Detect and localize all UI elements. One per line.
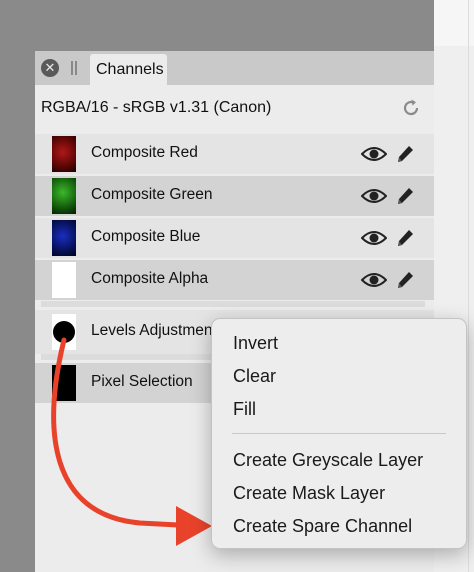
menu-separator	[232, 433, 446, 434]
channel-row-composite-red[interactable]: Composite Red	[35, 134, 434, 174]
pencil-icon[interactable]	[395, 269, 415, 291]
channel-label: Composite Blue	[91, 228, 201, 245]
eye-icon[interactable]	[361, 144, 387, 164]
color-profile-row: RGBA/16 - sRGB v1.31 (Canon)	[35, 85, 434, 132]
section-divider	[41, 301, 425, 307]
context-menu: Invert Clear Fill Create Greyscale Layer…	[211, 318, 467, 549]
channel-thumbnail-green	[52, 178, 76, 214]
menu-item-fill[interactable]: Fill	[233, 399, 256, 420]
eye-icon[interactable]	[361, 270, 387, 290]
menu-item-create-spare-channel[interactable]: Create Spare Channel	[233, 516, 412, 537]
tab-channels[interactable]: Channels	[90, 54, 167, 85]
layer-thumbnail-levels	[52, 314, 76, 350]
channel-label: Composite Green	[91, 186, 213, 203]
panel-tab-bar: ✕ Channels	[35, 51, 434, 85]
pencil-icon[interactable]	[395, 143, 415, 165]
color-profile-label: RGBA/16 - sRGB v1.31 (Canon)	[41, 99, 272, 116]
pencil-icon[interactable]	[395, 185, 415, 207]
menu-item-create-mask-layer[interactable]: Create Mask Layer	[233, 483, 385, 504]
drag-handle-icon[interactable]	[71, 61, 77, 75]
channel-thumbnail-alpha	[52, 262, 76, 298]
refresh-icon[interactable]	[401, 98, 421, 118]
channel-thumbnail-blue	[52, 220, 76, 256]
eye-icon[interactable]	[361, 228, 387, 248]
close-panel-icon[interactable]: ✕	[41, 59, 59, 77]
pencil-icon[interactable]	[395, 227, 415, 249]
layer-label: Pixel Selection	[91, 373, 193, 390]
channel-row-composite-alpha[interactable]: Composite Alpha	[35, 260, 434, 300]
channel-thumbnail-red	[52, 136, 76, 172]
background-divider	[468, 0, 469, 572]
eye-icon[interactable]	[361, 186, 387, 206]
layer-thumbnail-pixel-selection	[52, 365, 76, 401]
channel-label: Composite Red	[91, 144, 198, 161]
menu-item-create-greyscale-layer[interactable]: Create Greyscale Layer	[233, 450, 423, 471]
channel-row-composite-green[interactable]: Composite Green	[35, 176, 434, 216]
menu-item-clear[interactable]: Clear	[233, 366, 276, 387]
menu-item-invert[interactable]: Invert	[233, 333, 278, 354]
channel-label: Composite Alpha	[91, 270, 209, 287]
channel-row-composite-blue[interactable]: Composite Blue	[35, 218, 434, 258]
layer-label: Levels Adjustment	[91, 322, 217, 339]
